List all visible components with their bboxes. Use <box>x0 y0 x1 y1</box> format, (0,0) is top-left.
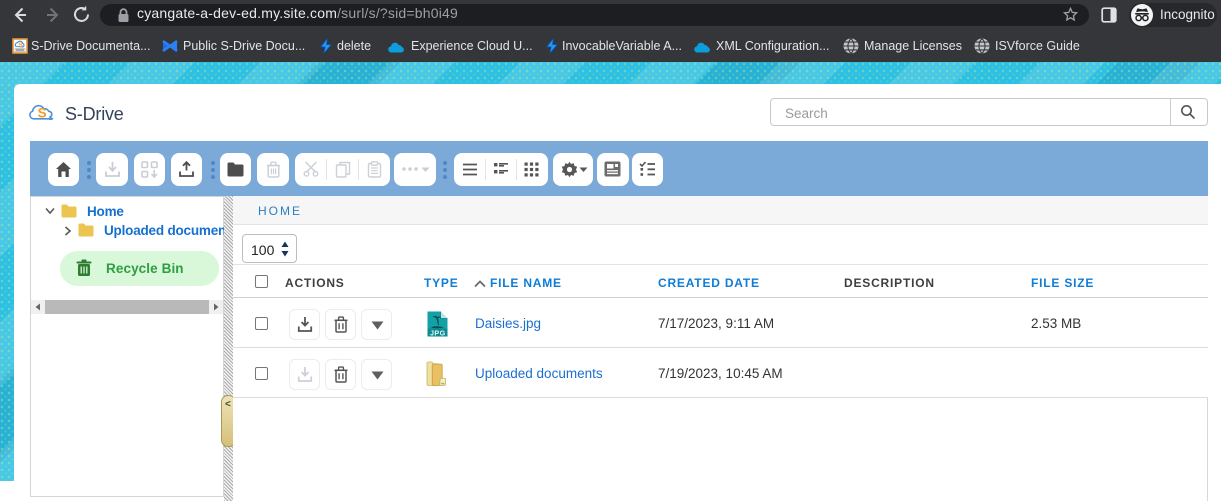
svg-text:S: S <box>19 42 24 49</box>
svg-text:S: S <box>38 106 47 121</box>
svg-text:JPG: JPG <box>430 328 446 337</box>
